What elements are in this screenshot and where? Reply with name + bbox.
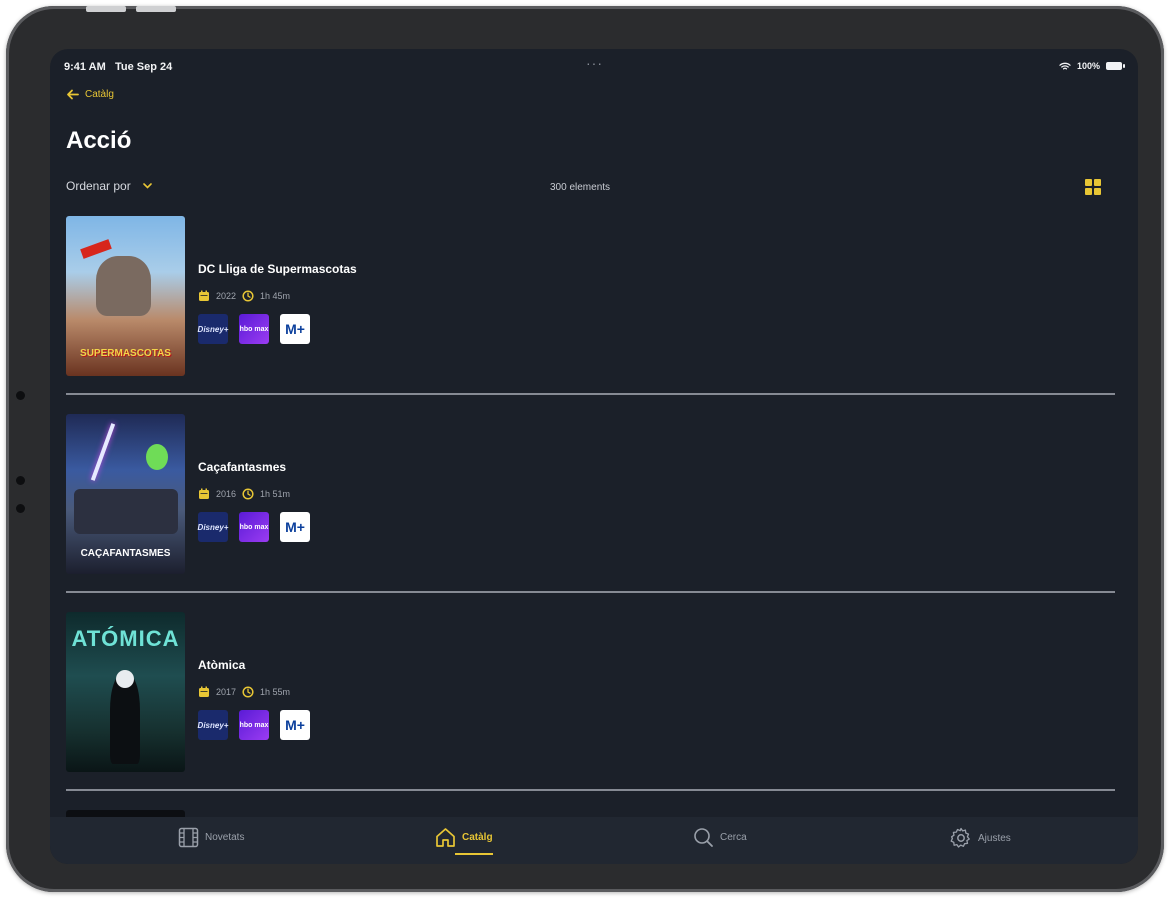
provider-movistar-plus[interactable]: M+ — [280, 512, 310, 542]
provider-list: Disney+ hbo max M+ — [198, 710, 310, 740]
poster-artwork — [90, 423, 116, 481]
clock-icon — [242, 290, 254, 302]
grid-icon-cell — [1085, 179, 1092, 186]
calendar-icon — [199, 290, 209, 301]
sort-dropdown[interactable]: Ordenar por — [66, 179, 152, 193]
battery-icon — [1106, 62, 1125, 70]
movie-title[interactable]: Caçafantasmes — [198, 460, 310, 474]
gear-icon — [950, 827, 970, 848]
active-tab-indicator — [455, 853, 493, 855]
poster-artwork — [146, 444, 168, 470]
clock-icon — [242, 488, 254, 500]
poster-artwork — [80, 239, 112, 259]
volume-button — [136, 6, 176, 12]
tab-label: Catàlg — [462, 832, 493, 843]
movie-poster[interactable]: SUPERMASCOTAS — [66, 216, 185, 376]
arrow-left-icon — [67, 89, 79, 100]
movie-title[interactable]: DC Lliga de Supermascotas — [198, 262, 357, 276]
tab-search[interactable]: Cerca — [693, 827, 747, 848]
provider-disney-plus[interactable]: Disney+ — [198, 512, 228, 542]
volume-button — [86, 6, 126, 12]
home-icon — [436, 828, 455, 847]
provider-disney-plus[interactable]: Disney+ — [198, 710, 228, 740]
movie-duration: 1h 45m — [260, 291, 291, 301]
wifi-icon — [1059, 62, 1071, 69]
provider-hbo-max[interactable]: hbo max — [239, 314, 269, 344]
movie-info: Atòmica 2017 1h 55m Disney+ hbo max M+ — [198, 658, 310, 740]
tab-label: Cerca — [720, 832, 747, 843]
movie-duration: 1h 55m — [260, 687, 291, 697]
provider-hbo-max[interactable]: hbo max — [239, 710, 269, 740]
back-label: Catàlg — [85, 89, 114, 100]
back-button[interactable]: Catàlg — [66, 89, 114, 100]
movie-meta: 2022 1h 45m — [198, 290, 357, 302]
movie-duration: 1h 51m — [260, 489, 291, 499]
grid-icon-cell — [1085, 188, 1092, 195]
sensor-dot — [16, 391, 25, 400]
grid-icon-cell — [1094, 179, 1101, 186]
search-icon — [694, 828, 713, 847]
tab-label: Novetats — [205, 832, 245, 843]
tab-settings[interactable]: Ajustes — [950, 827, 1011, 849]
poster-title: SUPERMASCOTAS — [80, 348, 171, 359]
movie-info: Caçafantasmes 2016 1h 51m Disney+ hbo ma… — [198, 460, 310, 542]
sort-label: Ordenar por — [66, 179, 131, 193]
calendar-icon — [199, 488, 209, 499]
grid-view-toggle[interactable] — [1085, 179, 1101, 195]
item-count: 300 elements — [550, 182, 611, 193]
movie-meta: 2017 1h 55m — [198, 686, 310, 698]
movie-year: 2017 — [216, 687, 237, 697]
movie-row[interactable]: CAÇAFANTASMES Caçafantasmes 2016 1h 51m … — [66, 414, 1115, 612]
provider-hbo-max[interactable]: hbo max — [239, 512, 269, 542]
movie-poster[interactable]: CAÇAFANTASMES — [66, 414, 185, 574]
movie-row[interactable]: SUPERMASCOTAS DC Lliga de Supermascotas … — [66, 216, 1115, 414]
row-divider — [66, 591, 1115, 593]
status-date: Tue Sep 24 — [114, 61, 173, 73]
poster-artwork — [74, 489, 178, 534]
status-right: 100% — [1059, 61, 1125, 71]
app-screen: 9:41 AM Tue Sep 24 ··· 100% Catàlg Acció… — [50, 49, 1138, 864]
movie-row[interactable]: ATÓMICA Atòmica 2017 1h 55m Disney+ hbo … — [66, 612, 1115, 810]
provider-list: Disney+ hbo max M+ — [198, 512, 310, 542]
poster-artwork — [96, 256, 151, 316]
poster-title: ATÓMICA — [71, 626, 180, 651]
tab-novetats[interactable]: Novetats — [178, 827, 244, 848]
tab-label: Ajustes — [978, 832, 1011, 844]
tablet-frame: 9:41 AM Tue Sep 24 ··· 100% Catàlg Acció… — [6, 6, 1164, 892]
multitask-indicator[interactable]: ··· — [586, 55, 603, 71]
movie-year: 2022 — [216, 291, 237, 301]
sensor-dot — [16, 476, 25, 485]
provider-disney-plus[interactable]: Disney+ — [198, 314, 228, 344]
movie-list: SUPERMASCOTAS DC Lliga de Supermascotas … — [66, 216, 1115, 818]
status-time-date: 9:41 AM Tue Sep 24 — [64, 61, 172, 73]
tab-bar: Novetats Catàlg Cerca Ajustes — [50, 817, 1138, 864]
movie-meta: 2016 1h 51m — [198, 488, 310, 500]
status-time: 9:41 AM — [64, 61, 106, 73]
provider-list: Disney+ hbo max M+ — [198, 314, 357, 344]
film-icon — [178, 827, 199, 848]
provider-movistar-plus[interactable]: M+ — [280, 314, 310, 344]
poster-title: CAÇAFANTASMES — [80, 548, 171, 559]
chevron-down-icon — [142, 183, 152, 189]
row-divider — [66, 393, 1115, 395]
calendar-icon — [199, 686, 209, 697]
grid-icon-cell — [1094, 188, 1101, 195]
battery-percent: 100% — [1076, 61, 1100, 71]
clock-icon — [242, 686, 254, 698]
provider-movistar-plus[interactable]: M+ — [280, 710, 310, 740]
page-title: Acció — [66, 127, 132, 154]
tab-catalog[interactable]: Catàlg — [435, 827, 493, 855]
poster-artwork — [116, 670, 134, 688]
movie-poster[interactable]: ATÓMICA — [66, 612, 185, 772]
movie-year: 2016 — [216, 489, 237, 499]
sensor-dot — [16, 504, 25, 513]
movie-info: DC Lliga de Supermascotas 2022 1h 45m Di… — [198, 262, 357, 344]
movie-title[interactable]: Atòmica — [198, 658, 310, 672]
row-divider — [66, 789, 1115, 791]
